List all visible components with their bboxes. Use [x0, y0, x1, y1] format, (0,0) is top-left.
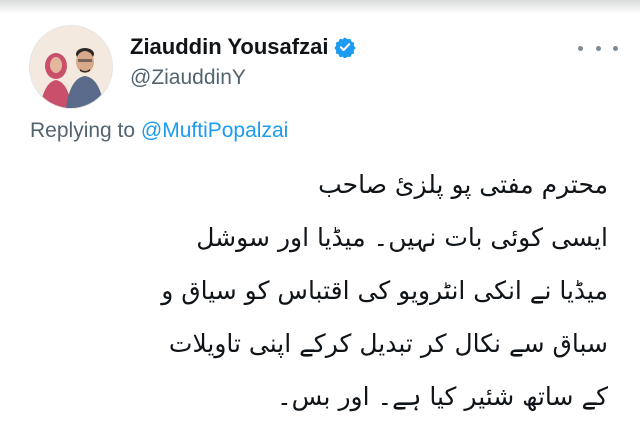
tweet-line: سباق سے نکال کر تبدیل کرکے اپنی تاویلات: [168, 329, 608, 358]
avatar[interactable]: [30, 26, 112, 108]
replying-to-line: Replying to @MuftiPopalzai: [30, 119, 288, 143]
more-dot: [613, 45, 618, 51]
more-options-icon[interactable]: [578, 40, 618, 56]
tweet-text: محترم مفتی پو پلزئ صاحب ایسی کوئی بات نہ…: [34, 158, 608, 423]
verified-badge-icon: [334, 36, 357, 58]
replying-to-label: Replying to: [30, 119, 136, 142]
tweet-line: محترم مفتی پو پلزئ صاحب: [318, 170, 608, 199]
user-name-row[interactable]: Ziauddin Yousafzai: [130, 34, 357, 60]
more-dot: [578, 45, 583, 51]
tweet-line: میڈیا نے انکی انٹرویو کی اقتباس کو سیاق …: [161, 276, 608, 305]
avatar-image: [30, 26, 112, 108]
tweet-line: ایسی کوئی بات نہیں۔ میڈیا اور سوشل: [196, 223, 608, 252]
display-name[interactable]: Ziauddin Yousafzai: [130, 34, 328, 60]
reply-mention-link[interactable]: @MuftiPopalzai: [141, 119, 288, 142]
more-dot: [595, 45, 601, 51]
top-shadow: [0, 0, 640, 14]
tweet-line: کے ساتھ شئیر کیا ہے۔ اور بس۔: [277, 382, 608, 411]
user-handle[interactable]: @ZiauddinY: [130, 66, 246, 90]
